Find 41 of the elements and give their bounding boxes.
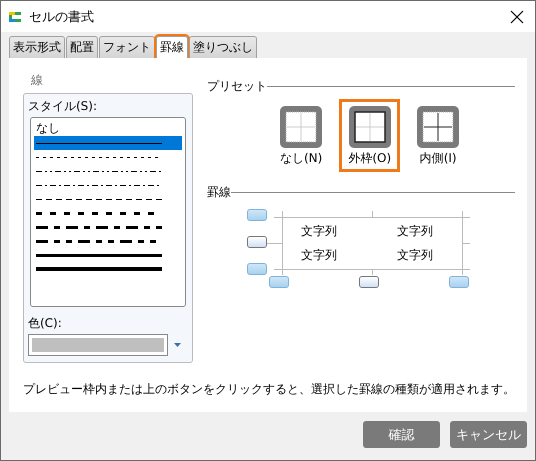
line-style-item[interactable]: なし	[34, 120, 182, 136]
tab[interactable]: 配置	[66, 36, 98, 58]
preview-cell-text: 文字列	[301, 223, 337, 240]
line-style-icon	[36, 170, 162, 172]
tab[interactable]: 罫線	[156, 36, 188, 58]
group-title: 線	[30, 72, 44, 89]
border-toggle-button[interactable]	[247, 209, 267, 221]
line-style-list[interactable]: なし	[30, 117, 186, 307]
preset-button[interactable]: 外枠(O)	[339, 99, 400, 172]
border-preset-icon	[348, 106, 391, 148]
color-label: 色(C):	[28, 315, 63, 332]
line-style-icon	[36, 254, 162, 256]
line-style-icon	[36, 142, 162, 144]
color-dropdown[interactable]	[28, 334, 168, 356]
line-style-icon	[36, 226, 162, 228]
window-title: セルの書式	[29, 8, 95, 26]
line-style-icon	[36, 184, 162, 186]
style-label: スタイル(S):	[28, 98, 98, 115]
border-toggle-button[interactable]	[359, 276, 379, 288]
border-toggle-button[interactable]	[247, 236, 267, 248]
tab[interactable]: 表示形式	[9, 36, 65, 58]
preset-button[interactable]: なし(N)	[271, 99, 332, 172]
border-toggle-button[interactable]	[449, 276, 469, 288]
section-title: プリセット	[207, 78, 267, 95]
preview-cell-text: 文字列	[397, 223, 433, 240]
preview-cell-text: 文字列	[301, 247, 337, 264]
border-toggle-button[interactable]	[269, 276, 289, 288]
line-style-icon	[36, 198, 162, 200]
border-preset-icon	[417, 106, 460, 148]
preset-button[interactable]: 内側(I)	[408, 99, 468, 172]
border-toggle-button[interactable]	[247, 263, 267, 275]
section-title: 罫線	[207, 184, 231, 201]
preview-cell-text: 文字列	[397, 247, 433, 264]
line-style-icon	[36, 267, 162, 271]
tab[interactable]: 塗りつぶし	[189, 36, 257, 58]
dialog-button[interactable]: キャンセル	[450, 421, 527, 448]
tab[interactable]: フォント	[99, 36, 155, 58]
hint-text: プレビュー枠内または上のボタンをクリックすると、選択した罫線の種類が適用されます。	[22, 381, 516, 398]
border-preset-icon	[280, 106, 322, 148]
dropdown-arrow-icon[interactable]	[174, 343, 181, 347]
dialog-button[interactable]: 確認	[363, 421, 440, 448]
